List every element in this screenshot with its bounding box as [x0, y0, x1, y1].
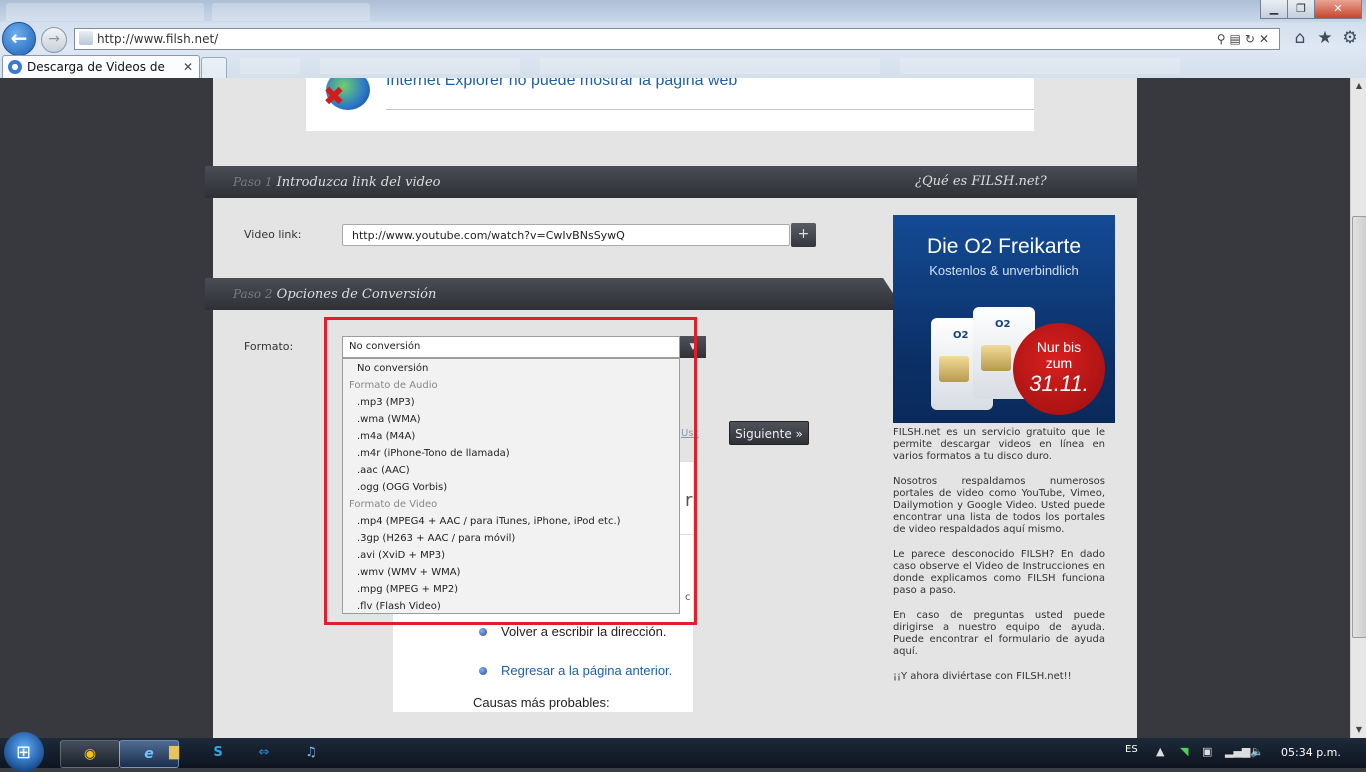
chrome-icon: ◉: [83, 746, 97, 762]
scroll-down-icon[interactable]: ▼: [1353, 724, 1365, 736]
favorites-bar-item[interactable]: [240, 58, 300, 74]
windows-logo-icon: ⊞: [16, 742, 32, 763]
back-button[interactable]: ←: [2, 22, 36, 56]
stop-icon[interactable]: ✕: [1259, 32, 1273, 46]
step1-prefix: Paso 1: [233, 175, 273, 189]
tab-active[interactable]: Descarga de Videos de You... ✕: [2, 55, 200, 96]
sidebar-paragraph: En caso de preguntas usted puede dirigir…: [893, 610, 1105, 657]
favorites-bar-item[interactable]: [900, 58, 1180, 74]
o2-logo: O2: [953, 330, 969, 341]
network-icon[interactable]: ◥: [1180, 745, 1188, 758]
retype-address-text: Volver a escribir la dirección.: [501, 624, 667, 639]
home-icon[interactable]: ⌂: [1290, 28, 1310, 48]
scrollbar-thumb[interactable]: [1352, 216, 1366, 638]
sidebar-paragraph: ¡¡Y ahora diviértase con FILSH.net!!: [893, 671, 1072, 682]
skype-icon[interactable]: S: [209, 744, 227, 762]
step1-header: Paso 1 Introduzca link del video: [205, 166, 894, 198]
go-back-link[interactable]: Regresar a la página anterior.: [501, 663, 672, 678]
arrow-right-icon: →: [48, 31, 60, 47]
folder-icon[interactable]: ▇: [165, 744, 183, 762]
error-title: Internet Explorer no puede mostrar la pá…: [386, 78, 738, 89]
badge-line2: zum: [1045, 355, 1073, 371]
badge-line1: Nur bis: [1036, 339, 1082, 355]
ad-badge: Nur bis zum 31.11.: [1013, 323, 1105, 415]
step1-title: Introduzca link del video: [276, 175, 441, 190]
title-bar: ▁ ❐ ✕: [0, 0, 1366, 22]
taskbar: ⊞ ◉ e ▇ S ⇔ ♫ ES ▲ ◥ ▣ ▂▄▆ 🔈 05:34 p.m.: [0, 732, 1366, 772]
maximize-button[interactable]: ❐: [1287, 0, 1315, 19]
sidebar-description: FILSH.net es un servicio gratuito que le…: [893, 427, 1105, 696]
new-tab-button[interactable]: [201, 57, 227, 78]
chip-icon: [981, 345, 1011, 371]
main-content: ✖ Internet Explorer no puede mostrar la …: [205, 78, 1137, 738]
tab-strip: Descarga de Videos de You... ✕: [0, 54, 1366, 96]
start-button[interactable]: ⊞: [4, 732, 44, 772]
chip-icon: [939, 356, 969, 382]
refresh-icon[interactable]: ↻: [1245, 32, 1259, 46]
step2-header: Paso 2 Opciones de Conversión: [205, 278, 904, 310]
vertical-scrollbar[interactable]: ▲ ▼: [1350, 78, 1366, 738]
ghost-tab: [212, 3, 370, 21]
sidebar-paragraph: Le parece desconocido FILSH? En dado cas…: [893, 549, 1105, 596]
close-window-button[interactable]: ✕: [1314, 0, 1362, 19]
ad-title: Die O2 Freikarte: [926, 235, 1082, 258]
forward-button[interactable]: →: [41, 27, 67, 53]
format-label: Formato:: [244, 340, 294, 353]
ie-icon: e: [144, 746, 154, 762]
step2-title: Opciones de Conversión: [276, 287, 437, 302]
next-button[interactable]: Siguiente »: [729, 421, 809, 445]
arrow-left-icon: ←: [10, 26, 28, 50]
ad-subtitle: Kostenlos & unverbindlich: [929, 263, 1079, 278]
star-icon[interactable]: ★: [1315, 28, 1335, 48]
o2-advertisement[interactable]: Die O2 Freikarte Kostenlos & unverbindli…: [893, 215, 1115, 423]
favorites-bar-item[interactable]: [540, 58, 880, 74]
video-link-input[interactable]: http://www.youtube.com/watch?v=CwIvBNsSy…: [342, 224, 790, 246]
gear-icon[interactable]: ⚙: [1340, 28, 1360, 48]
badge-date: 31.11.: [1029, 371, 1089, 396]
page-viewport: ✖ Internet Explorer no puede mostrar la …: [0, 78, 1350, 738]
add-link-button[interactable]: +: [791, 223, 816, 247]
sidebar-paragraph: FILSH.net es un servicio gratuito que le…: [893, 427, 1105, 462]
sidebar-paragraph: Nosotros respaldamos numerosos portales …: [893, 476, 1105, 535]
what-is-header: ¿Qué es FILSH.net?: [874, 166, 1137, 198]
address-text[interactable]: http://www.filsh.net/: [97, 29, 218, 49]
browser-chrome: ▁ ❐ ✕ ← → http://www.filsh.net/ ⚲▤↻✕ ⌂ ★…: [0, 0, 1366, 96]
scroll-up-icon[interactable]: ▲: [1353, 80, 1365, 92]
compat-icon[interactable]: ▤: [1230, 32, 1245, 46]
causes-heading: Causas más probables:: [473, 695, 610, 710]
itunes-icon[interactable]: ♫: [302, 744, 320, 762]
minimize-button[interactable]: ▁: [1260, 0, 1288, 19]
red-highlight-box: [324, 317, 697, 625]
taskbar-chrome[interactable]: ◉: [60, 740, 120, 768]
bullet-icon: [479, 667, 487, 675]
volume-icon[interactable]: 🔈: [1250, 745, 1264, 758]
what-is-title: ¿Qué es FILSH.net?: [915, 174, 1047, 189]
bullet-icon: [479, 628, 487, 636]
search-icon[interactable]: ⚲: [1217, 32, 1230, 46]
o2-logo: O2: [995, 319, 1011, 330]
divider: [386, 109, 1034, 110]
address-actions[interactable]: ⚲▤↻✕: [1217, 29, 1273, 49]
signal-icon[interactable]: ▂▄▆: [1225, 745, 1250, 758]
favorites-bar-item[interactable]: [320, 58, 520, 74]
error-banner: ✖ Internet Explorer no puede mostrar la …: [306, 78, 1034, 131]
teamviewer-icon[interactable]: ⇔: [255, 744, 273, 762]
page-icon: [79, 31, 93, 45]
favicon-icon: [8, 60, 22, 74]
close-tab-button[interactable]: ✕: [183, 56, 193, 78]
language-indicator[interactable]: ES: [1125, 744, 1138, 755]
clock[interactable]: 05:34 p.m.: [1281, 746, 1341, 759]
device-icon[interactable]: ▣: [1202, 745, 1212, 758]
x-icon: ✖: [323, 82, 345, 112]
show-hidden-icons[interactable]: ▲: [1156, 745, 1164, 758]
step2-prefix: Paso 2: [233, 287, 273, 301]
address-bar[interactable]: http://www.filsh.net/ ⚲▤↻✕: [74, 28, 1280, 50]
video-link-label: Video link:: [244, 228, 302, 241]
ghost-tab: [6, 3, 204, 21]
